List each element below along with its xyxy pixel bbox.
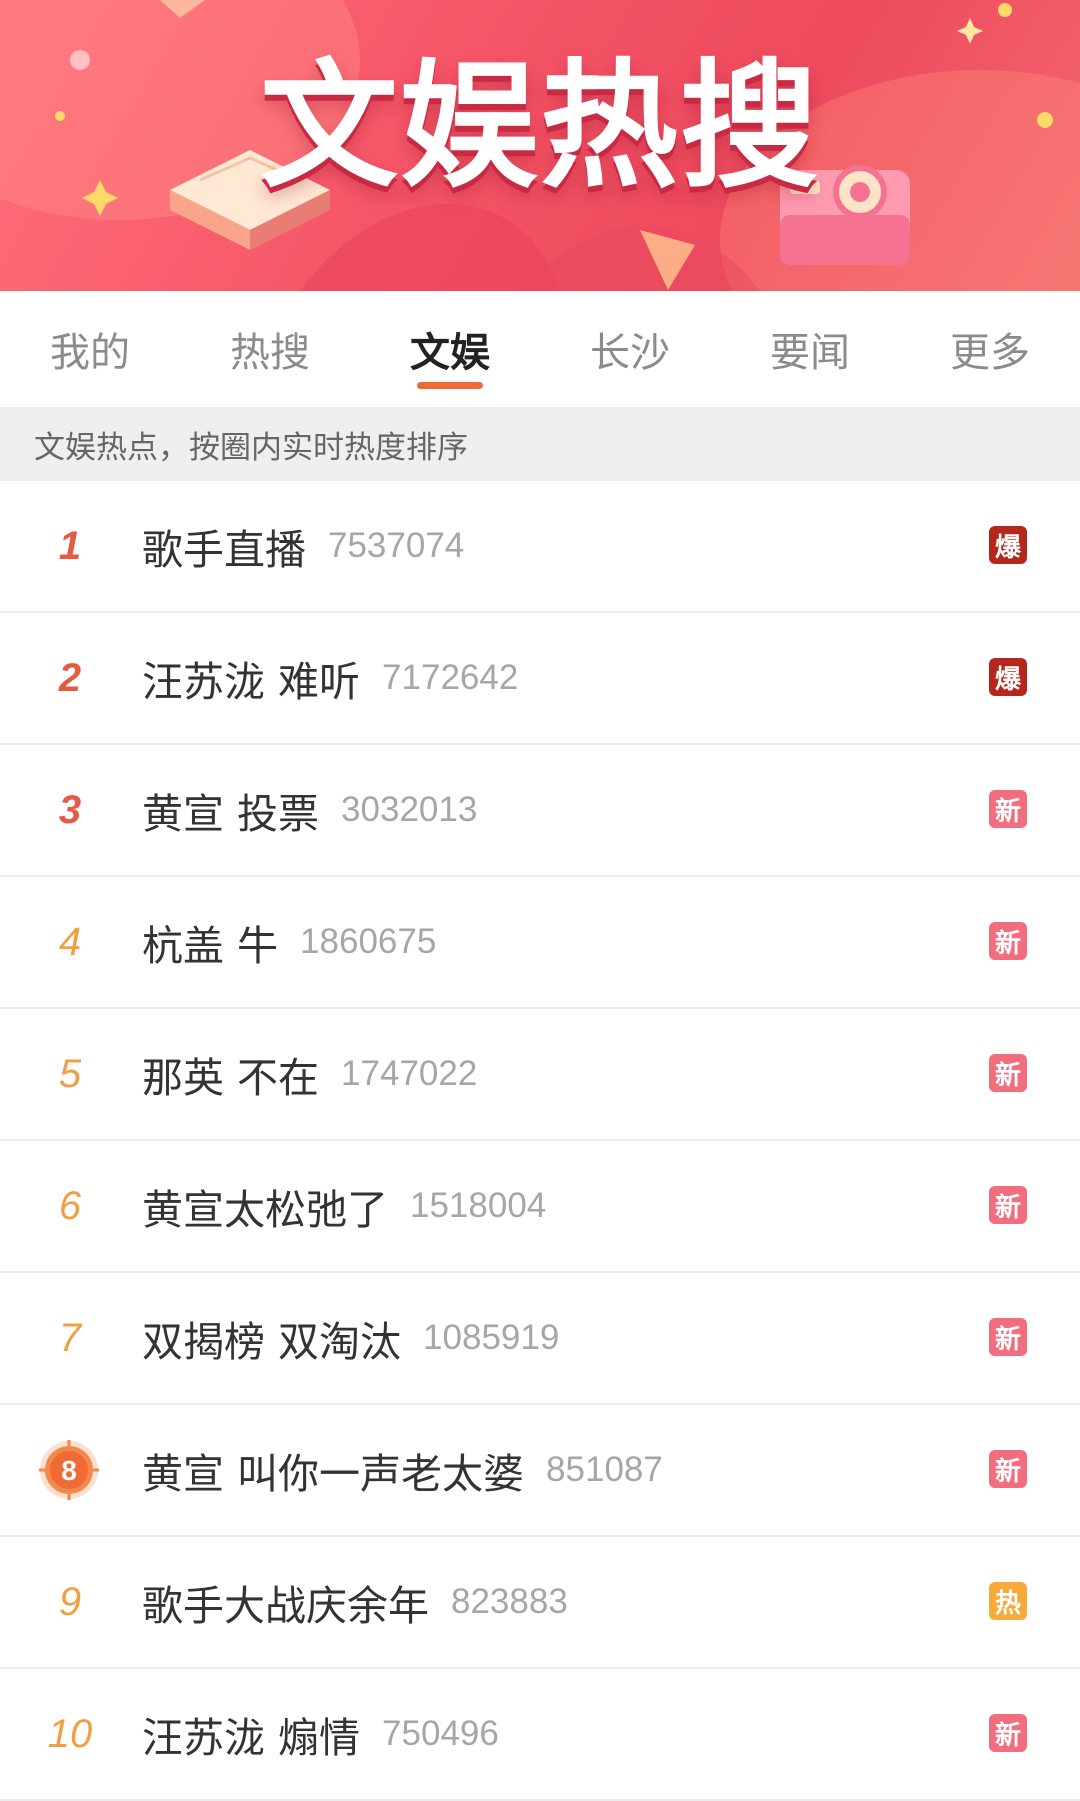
item-title: 歌手直播 [142, 526, 306, 574]
tab-label: 更多 [950, 330, 1030, 376]
rank-medal-icon: 8 [39, 1440, 99, 1500]
rank-number: 9 [58, 1579, 82, 1624]
item-title: 那英 不在 [142, 1054, 320, 1102]
tab-hot-search[interactable]: 热搜 [180, 291, 360, 407]
heat-count: 7537074 [328, 526, 465, 565]
new-badge: 新 [989, 1318, 1027, 1356]
tab-mine[interactable]: 我的 [0, 291, 180, 407]
heat-count: 1085919 [423, 1318, 560, 1357]
heat-count: 1860675 [300, 922, 437, 961]
list-item[interactable]: 5 那英 不在 1747022 新 [0, 1009, 1080, 1141]
item-title: 汪苏泷 难听 [142, 658, 361, 706]
active-tab-indicator [417, 382, 483, 389]
list-item[interactable]: 9 歌手大战庆余年 823883 热 [0, 1537, 1080, 1669]
item-title: 黄宣 投票 [142, 790, 320, 838]
tab-changsha[interactable]: 长沙 [540, 291, 720, 407]
list-item[interactable]: 3 黄宣 投票 3032013 新 [0, 745, 1080, 877]
tab-entertainment[interactable]: 文娱 [360, 291, 540, 407]
item-title: 杭盖 牛 [142, 922, 279, 970]
list-item[interactable]: 2 汪苏泷 难听 7172642 爆 [0, 613, 1080, 745]
new-badge: 新 [989, 1450, 1027, 1488]
tab-more[interactable]: 更多 [900, 291, 1080, 407]
rank-number: 7 [58, 1315, 82, 1360]
heat-count: 750496 [382, 1714, 499, 1753]
tab-bar: 我的 热搜 文娱 长沙 要闻 更多 [0, 291, 1080, 407]
new-badge: 新 [989, 922, 1027, 960]
list-item[interactable]: 10 汪苏泷 煽情 750496 新 [0, 1669, 1080, 1801]
item-title: 黄宣太松弛了 [142, 1186, 388, 1234]
hot-search-list: 1 歌手直播 7537074 爆 2 汪苏泷 难听 7172642 爆 3 黄宣 投… [0, 481, 1080, 1801]
list-item[interactable]: 4 杭盖 牛 1860675 新 [0, 877, 1080, 1009]
new-badge: 新 [989, 1714, 1027, 1752]
heat-count: 1747022 [341, 1054, 478, 1093]
list-item[interactable]: 7 双揭榜 双淘汰 1085919 新 [0, 1273, 1080, 1405]
tab-label: 长沙 [590, 330, 670, 376]
heat-count: 7172642 [382, 658, 519, 697]
tab-label: 我的 [50, 330, 130, 376]
new-badge: 新 [989, 1054, 1027, 1092]
tab-news[interactable]: 要闻 [720, 291, 900, 407]
rank-number: 4 [58, 919, 82, 964]
item-title: 歌手大战庆余年 [142, 1582, 429, 1630]
explosive-badge: 爆 [989, 526, 1027, 564]
banner-title: 文娱热搜 [259, 46, 820, 207]
tab-label: 要闻 [770, 330, 850, 376]
list-item[interactable]: 6 黄宣太松弛了 1518004 新 [0, 1141, 1080, 1273]
list-item[interactable]: 8 黄宣 叫你一声老太婆 851087 新 [0, 1405, 1080, 1537]
list-item[interactable]: 1 歌手直播 7537074 爆 [0, 481, 1080, 613]
heat-count: 823883 [451, 1582, 568, 1621]
rank-number: 1 [58, 523, 82, 568]
rank-number: 6 [58, 1183, 82, 1228]
item-title: 汪苏泷 煽情 [142, 1714, 361, 1762]
notice-text: 文娱热点，按圈内实时热度排序 [34, 429, 468, 466]
tab-label: 热搜 [230, 330, 310, 376]
rank-number: 3 [58, 787, 82, 832]
explosive-badge: 爆 [989, 658, 1027, 696]
banner: 文娱热搜 [0, 0, 1080, 291]
heat-count: 851087 [546, 1450, 663, 1489]
rank-number: 2 [58, 655, 82, 700]
tab-label: 文娱 [410, 330, 490, 376]
ranking-notice: 文娱热点，按圈内实时热度排序 [0, 407, 1080, 481]
hot-badge: 热 [989, 1582, 1027, 1620]
heat-count: 3032013 [341, 790, 478, 829]
heat-count: 1518004 [410, 1186, 547, 1225]
rank-number: 5 [58, 1051, 82, 1096]
rank-number: 8 [61, 1455, 77, 1486]
new-badge: 新 [989, 1186, 1027, 1224]
item-title: 黄宣 叫你一声老太婆 [142, 1450, 525, 1498]
new-badge: 新 [989, 790, 1027, 828]
item-title: 双揭榜 双淘汰 [142, 1318, 402, 1366]
